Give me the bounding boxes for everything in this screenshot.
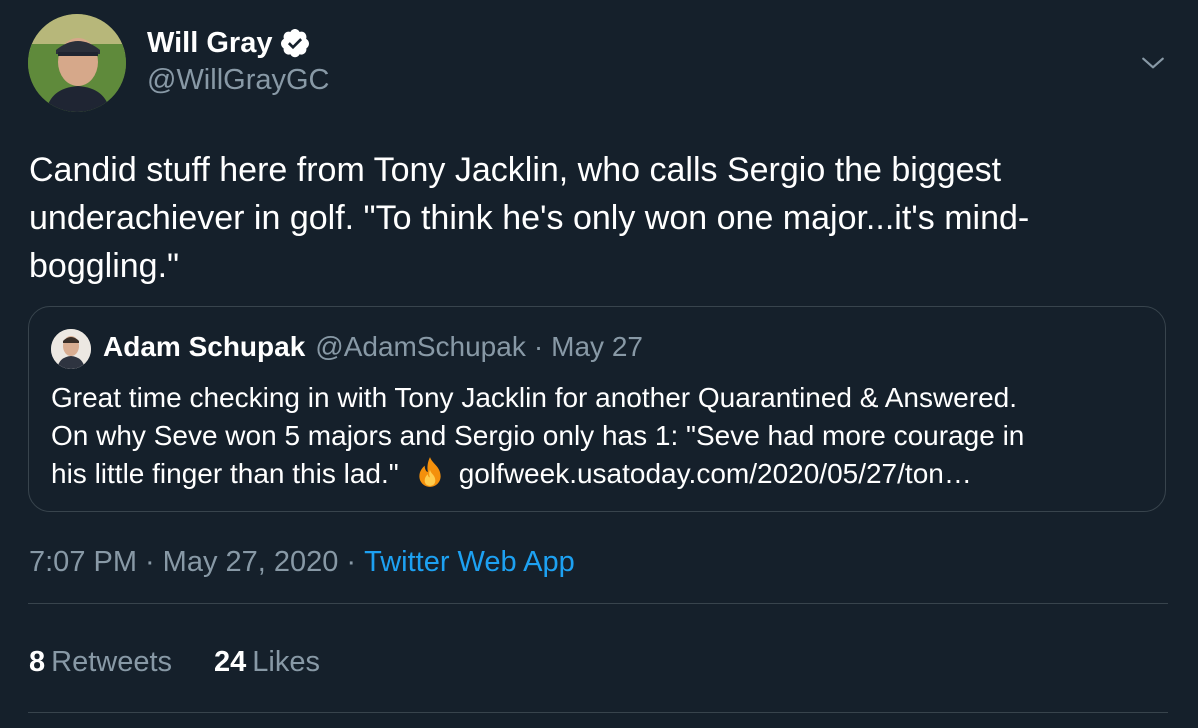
separator-dot: ·: [346, 546, 357, 578]
author-names: Will Gray @WillGrayGC: [147, 24, 329, 97]
author-display-name[interactable]: Will Gray: [147, 27, 272, 60]
divider: [28, 603, 1168, 604]
retweets-stat[interactable]: 8 Retweets: [29, 646, 172, 679]
tweet-detail: Will Gray @WillGrayGC Candid stuff here …: [0, 0, 1198, 728]
tweet-date[interactable]: May 27, 2020: [163, 546, 339, 578]
quoted-author-avatar: [51, 329, 91, 369]
quoted-tweet-header: Adam Schupak @AdamSchupak · May 27: [103, 331, 643, 363]
quoted-author-handle: @AdamSchupak: [315, 331, 526, 362]
divider: [28, 712, 1168, 713]
quoted-avatar-photo-icon: [51, 329, 91, 369]
quoted-tweet-link[interactable]: golfweek.usatoday.com/2020/05/27/ton…: [459, 458, 972, 489]
retweets-count: 8: [29, 646, 46, 678]
author-avatar[interactable]: [28, 14, 126, 112]
author-handle[interactable]: @WillGrayGC: [147, 64, 329, 97]
retweets-label: Retweets: [51, 646, 173, 678]
separator-dot: ·: [145, 546, 155, 578]
tweet-source-link[interactable]: Twitter Web App: [364, 546, 575, 578]
likes-count: 24: [214, 646, 247, 678]
tweet-stats: 8 Retweets 24 Likes: [29, 646, 362, 679]
quoted-tweet-line: On why Seve won 5 majors and Sergio only…: [51, 420, 1025, 451]
quoted-tweet-card[interactable]: Adam Schupak @AdamSchupak · May 27 Great…: [28, 306, 1166, 512]
quoted-tweet-line: his little finger than this lad." golfwe…: [51, 455, 1141, 493]
chevron-down-icon[interactable]: [1140, 50, 1166, 76]
quoted-tweet-date: May 27: [551, 331, 643, 362]
tweet-meta: 7:07 PM · May 27, 2020 · Twitter Web App: [29, 546, 575, 579]
fire-icon: [419, 457, 441, 487]
likes-stat[interactable]: 24 Likes: [214, 646, 320, 679]
quoted-author-display-name: Adam Schupak: [103, 331, 306, 362]
quoted-tweet-line: Great time checking in with Tony Jacklin…: [51, 382, 1017, 413]
tweet-text: Candid stuff here from Tony Jacklin, who…: [29, 151, 1030, 285]
quoted-tweet-text: Great time checking in with Tony Jacklin…: [51, 379, 1141, 493]
tweet-time[interactable]: 7:07 PM: [29, 546, 137, 578]
quoted-tweet-line-text: his little finger than this lad.": [51, 458, 399, 489]
verified-badge-icon: [281, 29, 310, 58]
separator-dot: ·: [533, 331, 544, 362]
likes-label: Likes: [252, 646, 320, 678]
avatar-photo-icon: [28, 14, 126, 112]
